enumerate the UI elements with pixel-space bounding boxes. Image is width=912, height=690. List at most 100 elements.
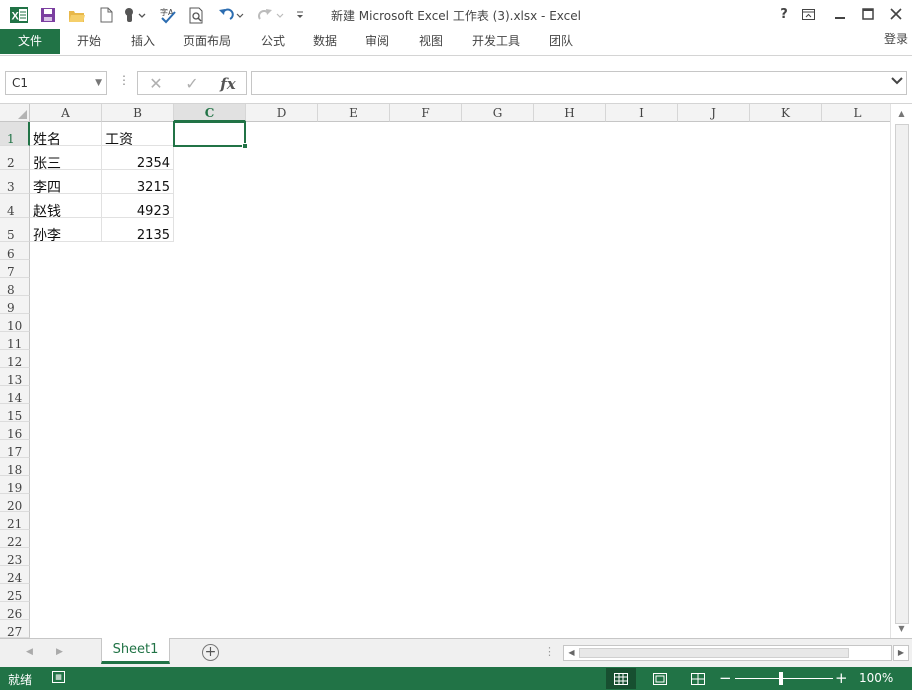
fill-handle[interactable] [242, 143, 248, 149]
row-header-9[interactable]: 9 [0, 296, 30, 315]
row-header-11[interactable]: 11 [0, 332, 30, 351]
row-header-22[interactable]: 22 [0, 530, 30, 549]
row-header-3[interactable]: 3 [0, 170, 30, 194]
cell-b2[interactable]: 2354 [102, 146, 174, 170]
row-header-20[interactable]: 20 [0, 494, 30, 513]
expand-formula-bar-icon[interactable] [891, 75, 903, 88]
row-header-1[interactable]: 1 [0, 122, 30, 146]
tab-data[interactable]: 数据 [302, 29, 348, 54]
column-header-g[interactable]: G [462, 104, 534, 122]
cell-a3[interactable]: 李四 [30, 170, 102, 194]
row-header-7[interactable]: 7 [0, 260, 30, 279]
scroll-right-icon[interactable]: ▶ [893, 645, 909, 661]
scroll-left-icon[interactable]: ◀ [565, 646, 578, 660]
horizontal-scrollbar[interactable]: ◀ ▶ [563, 645, 909, 661]
row-header-2[interactable]: 2 [0, 146, 30, 170]
ribbon-display-options-button[interactable] [796, 4, 820, 24]
tab-page-layout[interactable]: 页面布局 [176, 29, 238, 54]
column-header-d[interactable]: D [246, 104, 318, 122]
worksheet-grid[interactable]: A B C D E F G H I J K L 1 2 3 4 5 6 7 8 … [0, 104, 890, 638]
row-header-6[interactable]: 6 [0, 242, 30, 261]
row-header-17[interactable]: 17 [0, 440, 30, 459]
column-header-b[interactable]: B [102, 104, 174, 122]
tab-developer[interactable]: 开发工具 [464, 29, 528, 54]
row-header-5[interactable]: 5 [0, 218, 30, 242]
column-header-j[interactable]: J [678, 104, 750, 122]
zoom-slider-track[interactable] [735, 678, 833, 679]
tab-split-handle[interactable]: ⋮ [544, 645, 555, 658]
row-header-18[interactable]: 18 [0, 458, 30, 477]
tab-team[interactable]: 团队 [538, 29, 584, 54]
cancel-icon[interactable]: ✕ [142, 73, 170, 95]
column-header-k[interactable]: K [750, 104, 822, 122]
zoom-slider-thumb[interactable] [779, 672, 783, 685]
zoom-out-button[interactable]: − [719, 669, 732, 687]
sign-in-link[interactable]: 登录 [884, 29, 912, 54]
formula-bar-grip-icon[interactable]: ⋮ [118, 73, 130, 87]
sheet-tab-sheet1[interactable]: Sheet1 [101, 638, 170, 664]
row-header-21[interactable]: 21 [0, 512, 30, 531]
zoom-in-button[interactable]: + [835, 669, 848, 687]
page-layout-view-button[interactable] [645, 668, 675, 689]
cell-b3[interactable]: 3215 [102, 170, 174, 194]
row-header-13[interactable]: 13 [0, 368, 30, 387]
column-header-c[interactable]: C [174, 104, 246, 122]
horizontal-scroll-thumb[interactable] [579, 648, 849, 658]
select-all-button[interactable] [0, 104, 30, 122]
scroll-down-icon[interactable]: ▼ [895, 622, 908, 635]
row-header-19[interactable]: 19 [0, 476, 30, 495]
row-header-8[interactable]: 8 [0, 278, 30, 297]
row-header-15[interactable]: 15 [0, 404, 30, 423]
cell-a5[interactable]: 孙李 [30, 218, 102, 242]
enter-icon[interactable]: ✓ [178, 73, 206, 95]
tab-insert[interactable]: 插入 [120, 29, 166, 54]
zoom-level[interactable]: 100% [859, 671, 893, 685]
row-header-25[interactable]: 25 [0, 584, 30, 603]
row-header-14[interactable]: 14 [0, 386, 30, 405]
name-box[interactable]: C1 ▼ [5, 71, 107, 95]
row-header-10[interactable]: 10 [0, 314, 30, 333]
maximize-button[interactable] [856, 4, 880, 24]
close-button[interactable] [884, 4, 908, 24]
row-header-24[interactable]: 24 [0, 566, 30, 585]
column-header-i[interactable]: I [606, 104, 678, 122]
tab-file[interactable]: 文件 [0, 29, 60, 54]
formula-input[interactable] [251, 71, 907, 95]
page-break-preview-button[interactable] [683, 668, 713, 689]
vertical-scrollbar[interactable]: ▲ ▼ [890, 104, 912, 638]
insert-function-icon[interactable]: fx [214, 73, 242, 95]
vertical-scroll-thumb[interactable] [895, 124, 909, 624]
previous-sheet-icon[interactable]: ◀ [26, 647, 33, 657]
scroll-up-icon[interactable]: ▲ [895, 107, 908, 120]
tab-review[interactable]: 审阅 [354, 29, 400, 54]
column-header-e[interactable]: E [318, 104, 390, 122]
row-header-12[interactable]: 12 [0, 350, 30, 369]
help-button[interactable]: ? [772, 4, 796, 24]
tab-formulas[interactable]: 公式 [250, 29, 296, 54]
column-header-h[interactable]: H [534, 104, 606, 122]
cell-a4[interactable]: 赵钱 [30, 194, 102, 218]
normal-view-button[interactable] [606, 668, 636, 689]
tab-home[interactable]: 开始 [66, 29, 112, 54]
active-cell-c1[interactable] [173, 121, 248, 149]
cell-b5[interactable]: 2135 [102, 218, 174, 242]
minimize-button[interactable] [828, 4, 852, 24]
cell-a1[interactable]: 姓名 [30, 122, 102, 146]
row-header-23[interactable]: 23 [0, 548, 30, 567]
column-header-l[interactable]: L [822, 104, 890, 122]
row-header-26[interactable]: 26 [0, 602, 30, 621]
cell-a2[interactable]: 张三 [30, 146, 102, 170]
add-sheet-button[interactable]: + [202, 644, 219, 661]
status-bar: 就绪 ▦ − + 100% [0, 667, 912, 690]
tab-view[interactable]: 视图 [408, 29, 454, 54]
cell-b4[interactable]: 4923 [102, 194, 174, 218]
cell-b1[interactable]: 工资 [102, 122, 174, 146]
row-header-16[interactable]: 16 [0, 422, 30, 441]
row-header-27[interactable]: 27 [0, 620, 30, 638]
column-header-a[interactable]: A [30, 104, 102, 122]
next-sheet-icon[interactable]: ▶ [56, 647, 63, 657]
column-header-f[interactable]: F [390, 104, 462, 122]
row-header-4[interactable]: 4 [0, 194, 30, 218]
chevron-down-icon[interactable]: ▼ [95, 72, 102, 94]
macro-record-icon[interactable]: ▦ [52, 671, 65, 683]
